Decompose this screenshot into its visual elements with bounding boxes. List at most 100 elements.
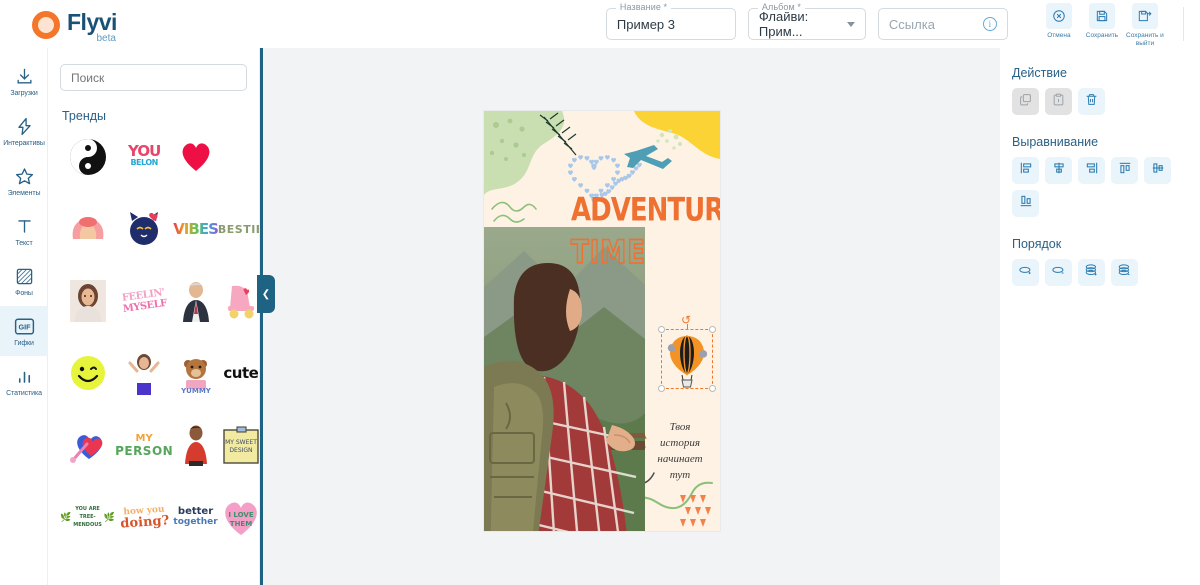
title-field-legend: Название * — [616, 2, 671, 12]
bring-forward-button[interactable] — [1012, 259, 1039, 286]
paste-button[interactable] — [1045, 88, 1072, 115]
sticker-text: cute — [223, 364, 258, 382]
sticker-tree-mendous[interactable]: 🌿 YOU ARE TREE-MENDOUS 🌿 — [60, 491, 115, 543]
brand-logo[interactable]: Flyvi beta — [32, 9, 117, 39]
star-icon — [15, 165, 34, 187]
bring-forward-icon — [1018, 264, 1033, 282]
sticker-pink-hands[interactable] — [60, 203, 115, 255]
sticker-red-heart[interactable] — [173, 131, 218, 183]
photo-object[interactable] — [484, 227, 645, 531]
bring-to-front-button[interactable] — [1078, 259, 1105, 286]
sidebar-item-gifs[interactable]: GIF Гифки — [0, 306, 48, 356]
cancel-button[interactable]: Отмена — [1040, 1, 1078, 40]
design-canvas[interactable]: ADVENTURE TIME Твоя история начинает тут… — [484, 111, 720, 531]
align-left-button[interactable] — [1012, 157, 1039, 184]
quote-line-2: история — [644, 435, 716, 451]
sticker-cute[interactable]: cute — [218, 347, 260, 399]
sidebar-item-label: Текст — [15, 240, 32, 247]
sticker-better-together[interactable]: better together — [173, 491, 218, 543]
align-bottom-button[interactable] — [1012, 190, 1039, 217]
action-section-title: Действие — [1012, 66, 1186, 80]
sticker-man-suit[interactable] — [173, 275, 218, 327]
align-right-button[interactable] — [1078, 157, 1105, 184]
sticker-how-you-doing[interactable]: how you doing? — [115, 491, 173, 543]
sidebar-item-uploads[interactable]: Загрузки — [0, 56, 48, 106]
collapse-panel-button[interactable]: ❮ — [257, 275, 275, 313]
sticker-yummy-bear[interactable]: YUMMY — [173, 347, 218, 399]
link-field[interactable]: Ссылка i — [878, 8, 1008, 40]
chevron-left-icon: ❮ — [262, 289, 270, 300]
panel-section-title: Тренды — [62, 109, 247, 123]
sticker-my-person[interactable]: MY PERSON — [115, 419, 173, 471]
info-icon[interactable]: i — [983, 17, 997, 31]
sidebar-item-backgrounds[interactable]: Фоны — [0, 256, 48, 306]
align-left-icon — [1019, 161, 1033, 180]
sticker-bestie[interactable]: BESTIE — [218, 203, 260, 255]
resize-handle-bl[interactable] — [658, 385, 665, 392]
hot-air-balloon-object[interactable] — [662, 330, 712, 388]
sticker-woman-photo[interactable] — [60, 275, 115, 327]
copy-button[interactable] — [1012, 88, 1039, 115]
headline-object[interactable]: ADVENTURE TIME — [571, 195, 719, 255]
sticker-roller-skate[interactable] — [218, 275, 260, 327]
save-button[interactable]: Сохранить — [1083, 1, 1121, 40]
album-select-value: Флайви: Прим... — [759, 9, 847, 39]
sticker-man-red-shirt[interactable] — [173, 419, 218, 471]
sticker-heart-arrow[interactable] — [60, 419, 115, 471]
sticker-text: better — [173, 507, 217, 517]
sticker-blue-cat[interactable] — [115, 203, 173, 255]
align-middle-v-button[interactable] — [1144, 157, 1171, 184]
sidebar-item-interactive[interactable]: Интерактивы — [0, 106, 48, 156]
sticker-text: DESIGN — [229, 447, 252, 454]
sticker-text: YOU — [128, 146, 160, 157]
search-input[interactable] — [60, 64, 247, 91]
send-to-back-button[interactable] — [1111, 259, 1138, 286]
sidebar-item-elements[interactable]: Элементы — [0, 156, 48, 206]
sticker-text: MY SWEET — [225, 439, 257, 446]
sticker-woman-dance[interactable] — [115, 347, 173, 399]
save-and-exit-button[interactable]: Сохранить и выйти — [1126, 1, 1164, 47]
brand-beta-tag: beta — [96, 33, 115, 44]
quote-line-4: тут — [644, 467, 716, 483]
sidebar-item-statistics[interactable]: Статистика — [0, 356, 48, 406]
resize-handle-tl[interactable] — [658, 326, 665, 333]
headline-line-2: TIME — [571, 238, 719, 270]
align-center-h-icon — [1052, 161, 1066, 180]
sticker-text: I LOVE — [228, 511, 253, 519]
sticker-smiley-wink[interactable] — [60, 347, 115, 399]
brand-name: Flyvi — [67, 9, 117, 35]
align-top-button[interactable] — [1111, 157, 1138, 184]
sticker-you-belong[interactable]: YOU BELON — [115, 131, 173, 183]
sidebar-item-label: Статистика — [6, 390, 42, 397]
sticker-text: together — [173, 517, 217, 527]
align-section-title: Выравнивание — [1012, 135, 1186, 149]
title-field[interactable]: Название * Пример 3 — [606, 8, 736, 40]
sticker-grid: YOU BELON — [60, 131, 247, 543]
send-backward-button[interactable] — [1045, 259, 1072, 286]
quote-line-3: начинает — [644, 451, 716, 467]
sticker-i-love-them[interactable]: I LOVE THEM — [218, 491, 260, 543]
selection-box[interactable]: ↺ — [661, 329, 713, 389]
album-select[interactable]: Альбом * Флайви: Прим... — [748, 8, 866, 40]
delete-button[interactable] — [1078, 88, 1105, 115]
sticker-sticky-note[interactable]: MY SWEET DESIGN — [218, 419, 260, 471]
sticker-text: VIBES — [173, 220, 218, 238]
sticker-feelin-myself[interactable]: FEELIN' MYSELF — [115, 275, 173, 327]
bar-chart-icon — [15, 365, 34, 387]
sidebar-item-label: Элементы — [8, 190, 41, 197]
canvas-stage[interactable]: ADVENTURE TIME Твоя история начинает тут… — [263, 48, 1000, 585]
sticker-vibes[interactable]: VIBES — [173, 203, 218, 255]
gif-icon: GIF — [14, 315, 35, 337]
save-exit-icon — [1132, 3, 1158, 29]
properties-panel: Действие — [1000, 48, 1200, 585]
align-center-h-button[interactable] — [1045, 157, 1072, 184]
quote-object[interactable]: Твоя история начинает тут — [644, 419, 716, 483]
resize-handle-tr[interactable] — [709, 326, 716, 333]
gif-panel: Тренды YOU BELON — [48, 48, 260, 585]
rotate-handle-icon[interactable]: ↺ — [681, 313, 693, 325]
sticker-yin-yang[interactable] — [60, 131, 115, 183]
sidebar-item-text[interactable]: Текст — [0, 206, 48, 256]
resize-handle-br[interactable] — [709, 385, 716, 392]
text-t-icon — [15, 215, 34, 237]
sticker-text: PERSON — [115, 445, 173, 457]
